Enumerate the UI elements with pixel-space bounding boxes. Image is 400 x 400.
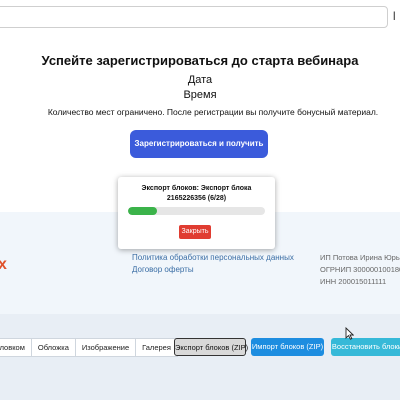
restore-blocks-button[interactable]: Восстановить блоки [331, 338, 400, 356]
dialog-title-line-2: 2165226356 (6/28) [166, 195, 227, 202]
address-bar-end: I [392, 9, 396, 23]
company-inn: ИНН 200015011111 [320, 277, 387, 286]
offer-agreement-link[interactable]: Договор оферты [132, 265, 194, 274]
page-title: Успейте зарегистрироваться до старта веб… [41, 53, 359, 68]
progress-bar-fill [128, 207, 157, 215]
progress-bar [128, 207, 265, 215]
logo: x [0, 256, 7, 273]
register-button[interactable]: Зарегистрироваться и получить бонус [130, 130, 268, 176]
privacy-policy-link[interactable]: Политика обработки персональных данных [132, 253, 294, 262]
import-blocks-button[interactable]: Импорт блоков (ZIP) [251, 338, 324, 356]
address-bar[interactable] [0, 6, 388, 28]
dialog-title-line-1: Экспорт блоков: Экспорт блока [141, 185, 252, 192]
mouse-cursor-icon [345, 327, 354, 340]
browser-toolbar: I [0, 0, 400, 36]
tab-image[interactable]: Изображение [76, 339, 137, 356]
editor-panel [0, 314, 400, 400]
block-type-tabs: головком Обложка Изображение Галерея [0, 338, 178, 357]
export-blocks-button[interactable]: Экспорт блоков (ZIP) [174, 338, 248, 356]
tab-cover[interactable]: Обложка [32, 339, 76, 356]
dialog-title: Экспорт блоков: Экспорт блока 2165226356… [118, 184, 275, 204]
export-progress-dialog: Экспорт блоков: Экспорт блока 2165226356… [118, 177, 275, 249]
seats-note: Количество мест ограничено. После регист… [47, 107, 379, 117]
tab-gallery[interactable]: Галерея [136, 339, 177, 356]
company-ogrnip: ОГРНИП 300000100180 [320, 265, 400, 274]
tab-header[interactable]: головком [0, 339, 32, 356]
webinar-time: Время [183, 89, 217, 101]
close-button[interactable]: Закрыть [179, 225, 211, 239]
webinar-date: Дата [187, 74, 213, 86]
company-name: ИП Потова Ирина Юрье [320, 253, 400, 262]
